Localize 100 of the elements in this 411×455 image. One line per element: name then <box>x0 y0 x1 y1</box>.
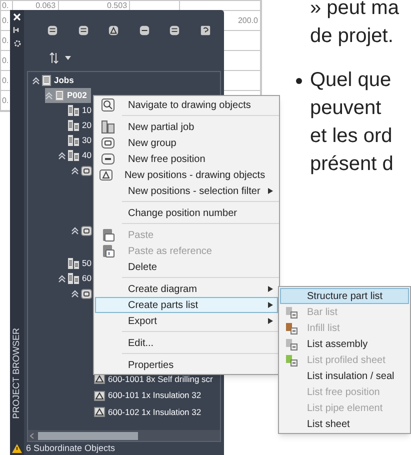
document-icon <box>42 75 51 86</box>
collapse-chevron-icon[interactable] <box>71 166 79 174</box>
table-cell: 200.0 <box>238 14 258 26</box>
bar-list-icon <box>284 306 298 318</box>
close-icon[interactable] <box>13 13 21 21</box>
clipboard-icon <box>101 244 115 258</box>
minus-icon <box>101 152 115 166</box>
triangle-icon[interactable] <box>108 24 120 36</box>
dropdown-caret-icon[interactable] <box>65 56 71 60</box>
menu-item[interactable]: Export <box>94 313 279 335</box>
menu-item-label: Navigate to drawing objects <box>127 98 252 112</box>
table-cell: 0. <box>2 2 9 10</box>
menu-item-label: New positions - drawing objects <box>123 168 266 182</box>
collapse-chevron-icon[interactable] <box>32 76 40 84</box>
menu-item-label: New partial job <box>127 120 196 134</box>
menu-item[interactable]: Properties <box>94 357 279 373</box>
menu-item[interactable]: Create parts list <box>94 297 279 313</box>
menu-item-label: Create parts list <box>127 298 200 312</box>
pin-icon[interactable] <box>13 26 21 34</box>
horizontal-scrollbar[interactable] <box>28 430 220 441</box>
tree-item-label: 50 <box>82 257 92 270</box>
tree-item[interactable]: 10 <box>58 103 96 118</box>
menu-item[interactable]: Delete <box>94 259 279 281</box>
collapse-chevron-icon[interactable] <box>58 152 66 160</box>
menu-item-label: Export <box>127 314 158 328</box>
tree-item-label: Jobs <box>54 74 74 87</box>
panel-title: PROJECT BROWSER <box>10 328 22 419</box>
menu-item[interactable]: Edit... <box>94 335 279 357</box>
menu-item[interactable]: New free position <box>94 151 279 167</box>
sort-icon[interactable] <box>49 52 59 64</box>
menu-item-label: List free position <box>306 386 380 400</box>
tree-item-label: 20 <box>82 119 92 132</box>
collapse-chevron-icon[interactable] <box>71 226 79 234</box>
bullet-icon <box>296 78 302 84</box>
tree-item[interactable]: 40 <box>58 148 96 163</box>
menu-item[interactable]: Change position number <box>94 205 279 227</box>
table-cell: 0. <box>2 74 9 86</box>
menu-item-label: Properties <box>127 358 175 372</box>
menu-item[interactable]: Structure part list <box>280 288 409 304</box>
scroll-left-icon[interactable] <box>30 432 34 438</box>
tree-item-label: 600-1001 8x Self drilling scr <box>108 372 213 386</box>
tree-item[interactable]: 600-101 1x Insulation 32 <box>84 388 206 404</box>
menu-item[interactable]: List insulation / seal <box>280 368 409 384</box>
menu-item-label: New group <box>127 136 178 150</box>
slide-text-line: et les ord <box>310 124 394 149</box>
triangle-icon <box>94 390 105 401</box>
collapse-chevron-icon[interactable] <box>71 290 79 298</box>
menu-item[interactable]: Navigate to drawing objects <box>94 97 279 119</box>
warning-icon <box>12 444 22 453</box>
tree-item-label: P002 <box>67 89 87 102</box>
table-cell: 0.503 <box>107 2 128 10</box>
submenu-arrow-icon <box>268 286 272 292</box>
slide-text-line: de projet. <box>309 24 394 49</box>
tree-item-label: 10 <box>82 104 92 117</box>
clipboard-icon <box>101 228 115 242</box>
menu-item-label: List assembly <box>306 338 368 352</box>
menu-item[interactable]: New group <box>94 135 279 151</box>
menu-item-label: List sheet <box>306 418 350 432</box>
tree-item[interactable]: 50 <box>58 256 96 271</box>
tree-item-label: 600-102 1x Insulation 32 <box>108 406 202 419</box>
menu-item-label: Bar list <box>306 306 338 320</box>
tree-item[interactable]: 20 <box>58 118 96 133</box>
settings-icon[interactable] <box>12 39 22 48</box>
menu-item-label: List profiled sheet <box>306 354 386 368</box>
menu-item-label: Infill list <box>306 322 340 336</box>
tree-item[interactable]: 60 <box>58 271 96 286</box>
help-icon[interactable] <box>200 24 211 36</box>
menu-item[interactable]: New positions - drawing objects <box>94 167 279 183</box>
slide-text-line: Quel que <box>310 68 392 93</box>
triangle-icon <box>94 374 105 384</box>
collapse-chevron-icon[interactable] <box>58 274 66 282</box>
assembly-list-icon <box>284 338 298 350</box>
tree-item[interactable]: Jobs <box>32 73 78 88</box>
status-text: 6 Subordinate Objects <box>26 442 116 455</box>
document-icon <box>55 90 64 101</box>
tree-item-label: 600-101 1x Insulation 32 <box>108 389 202 402</box>
minus-icon[interactable] <box>138 24 150 36</box>
tree-item[interactable]: 600-102 1x Insulation 32 <box>84 404 206 420</box>
tree-item-label: 40 <box>82 149 92 162</box>
infill-list-icon <box>284 322 298 334</box>
table-cell: 0. <box>2 94 9 106</box>
table-cell: 0. <box>2 34 9 46</box>
menu-item[interactable]: Create diagram <box>94 281 279 297</box>
menu-item[interactable]: New positions - selection filter <box>94 183 279 205</box>
submenu-arrow-icon <box>268 188 272 194</box>
menu-item[interactable]: List assembly <box>280 336 409 352</box>
menu-item-label: List insulation / seal <box>306 370 394 384</box>
table-cell: 0.063 <box>36 2 56 10</box>
slide-text-line: » peut ma <box>309 0 399 21</box>
menu-item-label: Edit... <box>127 336 155 350</box>
slide-text-line: présent d <box>310 152 394 177</box>
menu-item[interactable]: List sheet <box>280 416 409 432</box>
menu-item[interactable]: New partial job <box>94 119 279 135</box>
menu-item-label: Paste as reference <box>127 244 213 258</box>
tree-item-label: 60 <box>82 272 92 285</box>
menu-item-label: New positions - selection filter <box>127 184 262 198</box>
tree-item[interactable]: 30 <box>58 133 96 148</box>
submenu-arrow-icon <box>268 318 272 324</box>
menu-item-label: New free position <box>127 152 206 166</box>
table-cell: 0. <box>2 14 9 26</box>
